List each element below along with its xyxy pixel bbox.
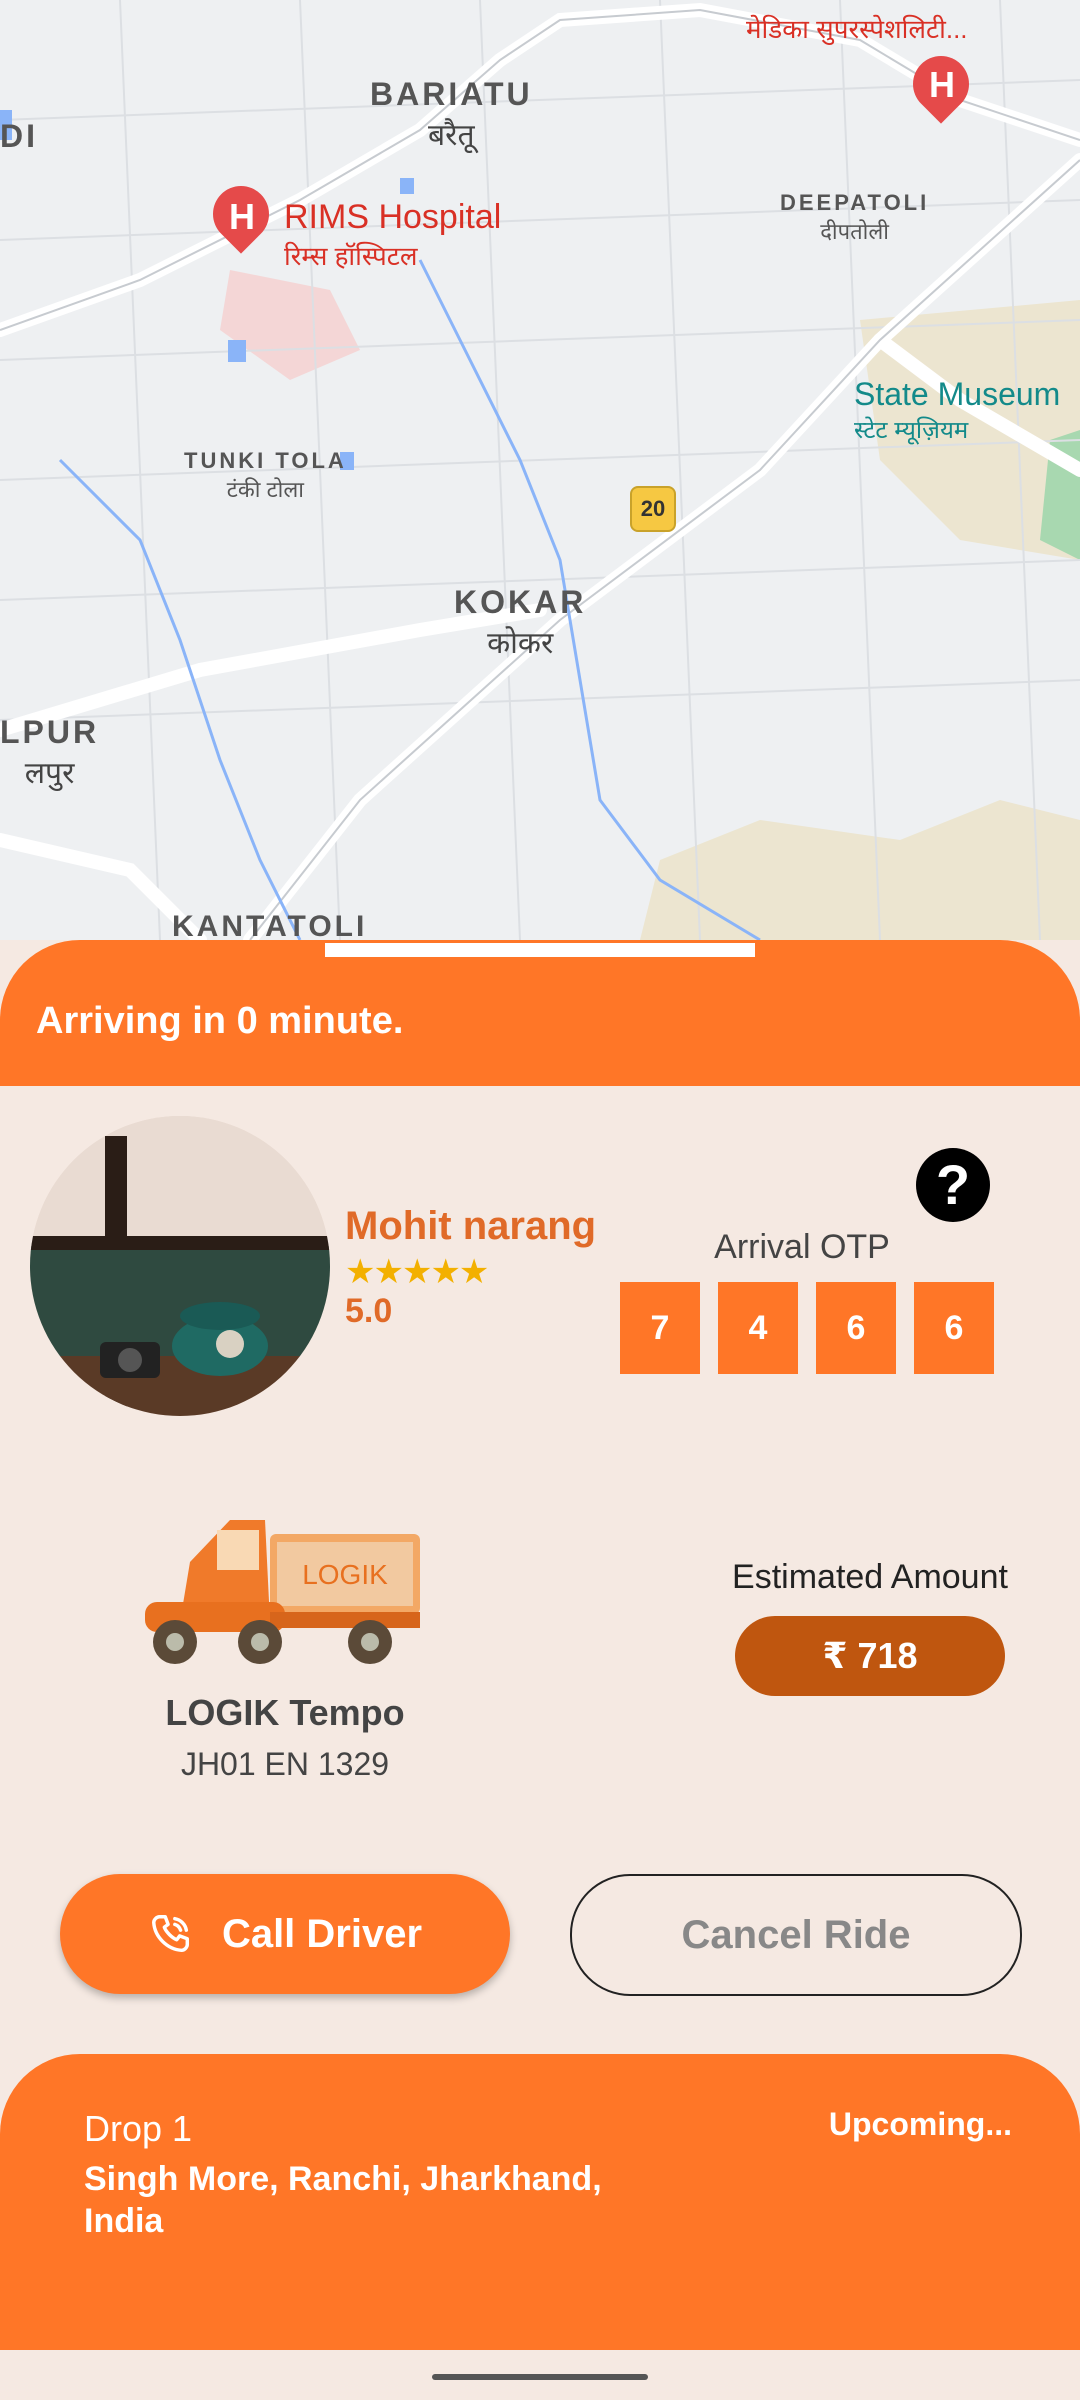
hospital-h-icon-2: H	[929, 64, 955, 105]
vehicle-brand-text: LOGIK	[302, 1559, 388, 1590]
driver-name: Mohit narang	[345, 1204, 597, 1248]
map-label-di: DI	[0, 118, 38, 154]
drop-status: Upcoming...	[828, 2106, 1012, 2142]
otp-digit: 6	[914, 1282, 994, 1374]
estimated-amount-value: ₹ 718	[735, 1616, 1005, 1696]
map-label-deepatoli: DEEPATOLI दीपतोली	[780, 190, 930, 244]
map-label-kokar: KOKAR कोकर	[454, 584, 587, 660]
estimated-amount-label: Estimated Amount	[732, 1558, 1008, 1596]
driver-rating-value: 5.0	[345, 1292, 393, 1330]
driver-avatar-image	[30, 1116, 330, 1416]
tempo-icon: LOGIK	[145, 1520, 420, 1664]
vehicle-plate: JH01 EN 1329	[180, 1746, 390, 1782]
map-label-tunki-tola: TUNKI TOLA टंकी टोला	[184, 448, 347, 502]
map-label-kantatoli: KANTATOLI	[172, 910, 368, 940]
cancel-ride-button[interactable]: Cancel Ride	[570, 1874, 1022, 1996]
phone-call-icon	[148, 1911, 194, 1957]
vehicle-name: LOGIK Tempo	[165, 1692, 405, 1733]
map-label-rims[interactable]: RIMS Hospital रिम्स हॉस्पिटल	[284, 198, 501, 273]
map-label-medica[interactable]: मेडिका सुपरस्पेशलिटी...	[746, 10, 968, 46]
call-driver-label: Call Driver	[221, 1911, 423, 1956]
driver-avatar	[30, 1116, 330, 1416]
drop-title: Drop 1	[84, 2108, 193, 2149]
vehicle-image: LOGIK	[135, 1492, 435, 1672]
map-label-state-museum[interactable]: State Museum स्टेट म्यूज़ियम	[854, 376, 1060, 446]
otp-digit: 4	[718, 1282, 798, 1374]
drop-address: Singh More, Ranchi, Jharkhand, India	[84, 2160, 602, 2240]
call-driver-button[interactable]: Call Driver	[60, 1874, 510, 1994]
help-icon[interactable]: ?	[916, 1148, 990, 1222]
otp-digit: 7	[620, 1282, 700, 1374]
arrival-otp-label: Arrival OTP	[714, 1228, 890, 1266]
map-label-lpur: LPUR लपुर	[0, 714, 100, 790]
map-roads	[0, 0, 1080, 940]
hospital-h-icon: H	[229, 196, 255, 237]
map-view[interactable]: 20 H H BARIATU बरैतू DI RIMS Hospital रि…	[0, 0, 1080, 940]
sheet-drag-handle[interactable]	[325, 943, 755, 957]
arrival-status-text: Arriving in 0 minute.	[36, 1000, 404, 1042]
otp-digit: 6	[816, 1282, 896, 1374]
route-20-shield: 20	[630, 486, 676, 532]
home-gesture-handle[interactable]	[432, 2374, 648, 2380]
driver-rating-stars-icon: ★★★★★	[345, 1253, 489, 1291]
map-label-bariatu: BARIATU बरैतू	[370, 76, 533, 152]
